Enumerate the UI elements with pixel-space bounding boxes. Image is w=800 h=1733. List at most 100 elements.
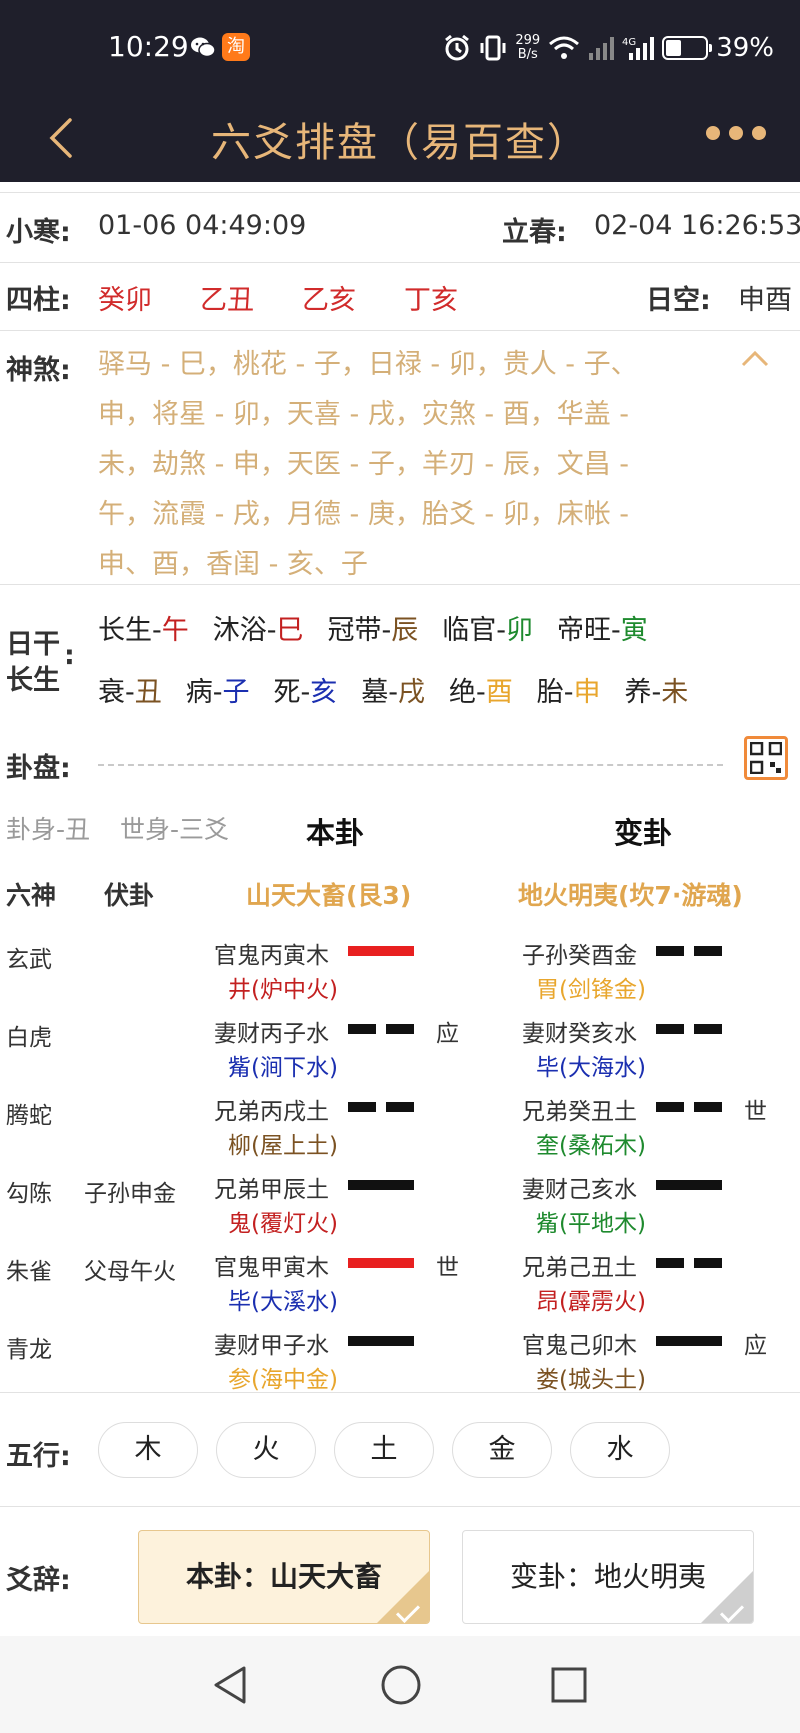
system-recents-icon[interactable] [550, 1666, 588, 1704]
ben-yao-text: 官鬼丙寅木 [214, 943, 329, 969]
system-home-icon[interactable] [380, 1664, 422, 1706]
guapan-header: 卦盘: [0, 736, 800, 792]
liushen: 玄武 [6, 947, 52, 973]
status-icons: 299 B/s 4G 39% [443, 30, 774, 66]
changsheng-item: 胎-申 [536, 677, 601, 708]
signal-icon-4g: 4G [622, 37, 655, 60]
bian-yao-text: 妻财癸亥水 [522, 1021, 637, 1047]
yin-yao-line [656, 946, 722, 956]
pillar-year: 癸卯 [98, 285, 152, 316]
moving-yao-line [348, 946, 414, 956]
ben-yao-text: 妻财甲子水 [214, 1333, 329, 1359]
divider [0, 584, 800, 585]
ben-gua-header: 本卦 [306, 816, 365, 850]
ben-yao-text: 兄弟丙戌土 [214, 1099, 329, 1125]
yaoci-bian-text: 变卦：地火明夷 [509, 1560, 706, 1593]
changsheng-row-2: 衰-丑 病-子 死-亥 墓-戌 绝-酉 胎-申 养-未 [98, 670, 688, 709]
wuxing-button-shui[interactable]: 水 [570, 1422, 670, 1478]
changsheng-item: 死-亥 [273, 677, 338, 708]
pillar-hour: 丁亥 [404, 285, 458, 316]
qr-code-icon[interactable] [744, 736, 788, 780]
ben-yao-text: 兄弟甲辰土 [214, 1177, 329, 1203]
sizhu-row: 四柱: 癸卯 乙丑 乙亥 丁亥 日空: 申酉 [0, 278, 800, 318]
page-title: 六爻排盘（易百查） [211, 120, 589, 166]
shensha-section: 神煞: 驿马 - 巳，桃花 - 子，日禄 - 卯，贵人 - 子、 申，将星 - … [0, 340, 800, 580]
shensha-text: 驿马 - 巳，桃花 - 子，日禄 - 卯，贵人 - 子、 申，将星 - 卯，天喜… [98, 340, 678, 590]
shensha-line: 申，将星 - 卯，天喜 - 戌，灾煞 - 酉，华盖 - [98, 399, 630, 430]
moving-yao-line [348, 1258, 414, 1268]
changsheng-item: 帝旺-寅 [557, 615, 648, 646]
bian-yao-text: 子孙癸酉金 [522, 943, 637, 969]
ben-yao-xiu: 觜(涧下水) [228, 1055, 338, 1081]
yin-yao-line [656, 1024, 722, 1034]
ben-yao-mark: 应 [436, 1021, 459, 1047]
changsheng-item: 沐浴-巳 [212, 615, 304, 646]
wuxing-button-mu[interactable]: 木 [98, 1422, 198, 1478]
ben-yao-xiu: 井(炉中火) [228, 977, 338, 1003]
wuxing-button-huo[interactable]: 火 [216, 1422, 316, 1478]
yaoci-label: 爻辞: [6, 1565, 71, 1596]
changsheng-item: 墓-戌 [361, 677, 425, 708]
yao-row: 腾蛇 兄弟丙戌土 柳(屋上土) 兄弟癸丑土 奎(桑柘木) 世 [0, 1090, 800, 1168]
bian-yao-xiu: 毕(大海水) [536, 1055, 646, 1081]
bian-yao-xiu: 觜(平地木) [536, 1211, 646, 1237]
alarm-icon [445, 34, 470, 61]
guashen: 卦身-丑 [6, 815, 91, 844]
bian-gua-name: 地火明夷(坎7·游魂) [518, 881, 743, 910]
jieqi-row: 小寒: 01-06 04:49:09 立春: 02-04 16:26:53 [0, 210, 800, 250]
battery-percent: 39% [716, 33, 774, 63]
bian-yao-xiu: 奎(桑柘木) [536, 1133, 646, 1159]
bian-yao-xiu: 胃(剑锋金) [536, 977, 646, 1003]
taobao-icon: 淘 [222, 33, 250, 61]
col-liushen: 六神 [6, 881, 57, 910]
shishen: 世身-三爻 [120, 815, 230, 844]
collapse-chevron-up-icon[interactable] [740, 344, 770, 374]
col-fugua: 伏卦 [104, 881, 155, 910]
yao-row: 白虎 妻财丙子水 觜(涧下水) 应 妻财癸亥水 毕(大海水) [0, 1012, 800, 1090]
wuxing-button-tu[interactable]: 土 [334, 1422, 434, 1478]
changsheng-label-2: 长生 [6, 665, 60, 696]
changsheng-colon: : [64, 640, 75, 671]
guapan-label: 卦盘: [6, 753, 71, 784]
pillar-day: 乙亥 [302, 285, 356, 316]
yaoci-ben-text: 本卦：山天大畜 [185, 1560, 382, 1593]
shensha-line: 申、酉，香闺 - 亥、子 [98, 549, 368, 580]
bian-yao-text: 兄弟己丑土 [522, 1255, 637, 1281]
status-time: 10:29 [108, 30, 189, 63]
yin-yao-line [656, 1102, 722, 1112]
bian-yao-text: 兄弟癸丑土 [522, 1099, 637, 1125]
yang-yao-line [348, 1180, 414, 1190]
guapan-column-header: 六神 伏卦 山天大畜(艮3) 地火明夷(坎7·游魂) [0, 876, 800, 916]
bian-yao-text: 官鬼己卯木 [522, 1333, 637, 1359]
fugua: 子孙申金 [84, 1181, 176, 1207]
ben-yao-xiu: 柳(屋上土) [228, 1133, 338, 1159]
yaoci-bian-button[interactable]: 变卦：地火明夷 [462, 1530, 754, 1624]
shensha-line: 午，流霞 - 戌，月德 - 庚，胎爻 - 卯，床帐 - [98, 499, 630, 530]
changsheng-item: 冠带-辰 [327, 615, 419, 646]
bian-yao-mark: 应 [744, 1333, 767, 1359]
bian-gua-header: 变卦 [614, 816, 673, 850]
yang-yao-line [656, 1336, 722, 1346]
signal-icon-1 [589, 37, 615, 60]
more-menu-icon[interactable] [706, 126, 766, 140]
yaoci-ben-button[interactable]: 本卦：山天大畜 [138, 1530, 430, 1624]
ben-gua-name: 山天大畜(艮3) [246, 881, 412, 910]
fugua: 父母午火 [84, 1259, 176, 1285]
bian-yao-xiu: 娄(城头土) [536, 1367, 646, 1393]
ben-yao-xiu: 参(海中金) [228, 1367, 338, 1393]
nav-bar: 六爻排盘（易百查） [0, 96, 800, 182]
shensha-label: 神煞: [6, 355, 71, 386]
yin-yao-line [348, 1024, 414, 1034]
sizhu-label: 四柱: [6, 285, 71, 316]
system-back-icon[interactable] [210, 1664, 250, 1706]
changsheng-item: 病-子 [185, 677, 250, 708]
bian-yao-text: 妻财己亥水 [522, 1177, 637, 1203]
battery-icon [662, 36, 713, 60]
liushen: 勾陈 [6, 1181, 52, 1207]
shensha-line: 未，劫煞 - 申，天医 - 子，羊刃 - 辰，文昌 - [98, 449, 630, 480]
yang-yao-line [656, 1180, 722, 1190]
wuxing-button-jin[interactable]: 金 [452, 1422, 552, 1478]
changsheng-item: 临官-卯 [442, 615, 533, 646]
status-bar: 10:29 淘 299 B/s 4G 39% [0, 0, 800, 96]
yin-yao-line [348, 1102, 414, 1112]
